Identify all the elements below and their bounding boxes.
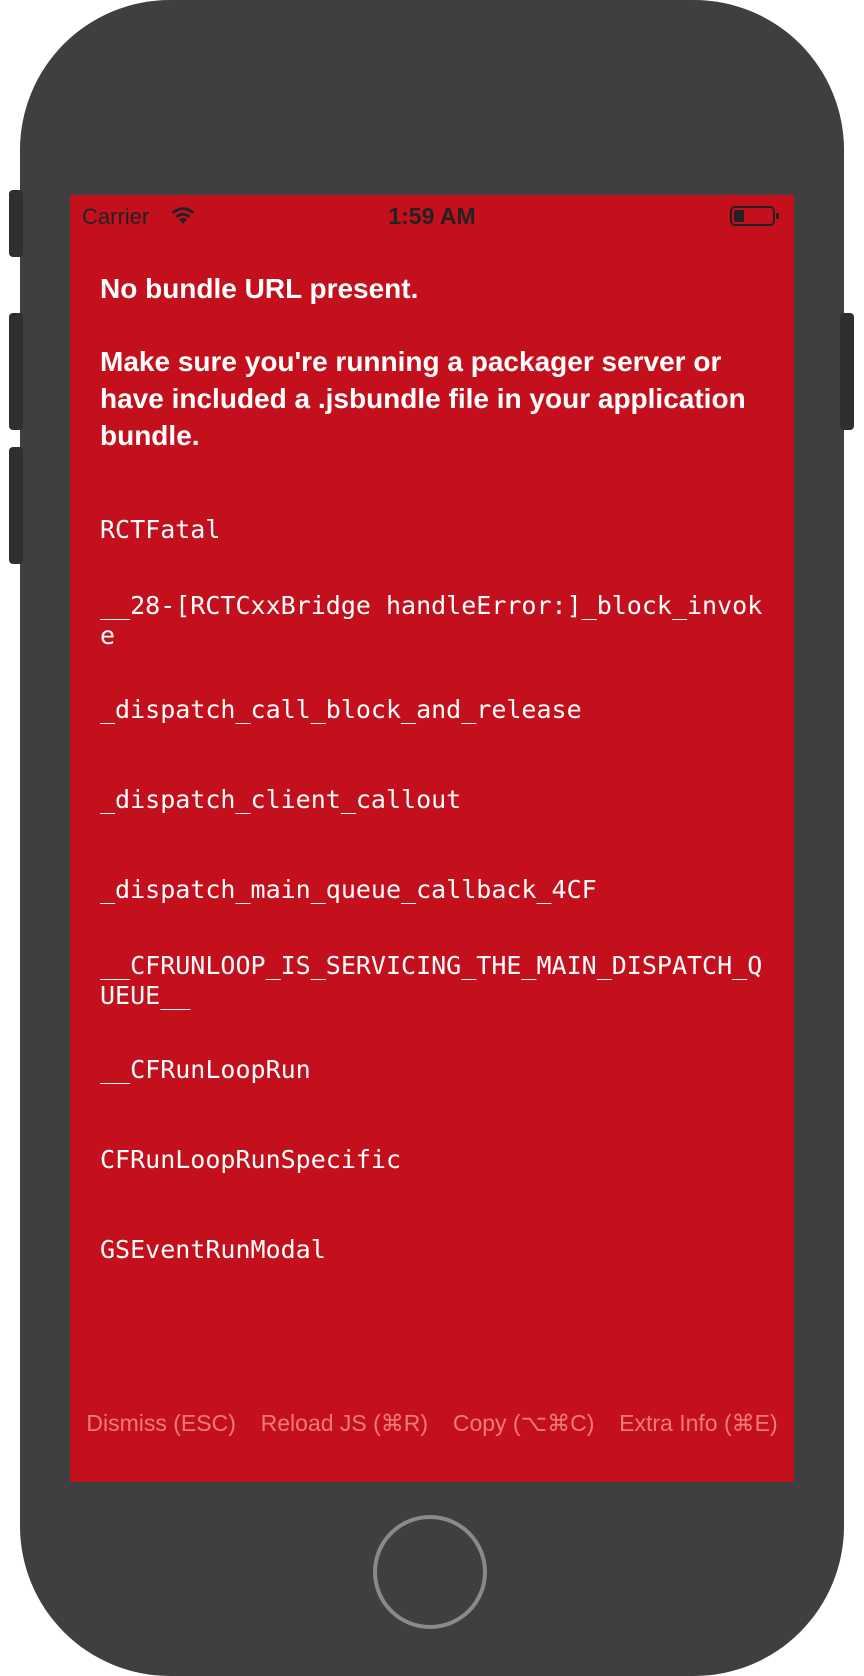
home-button[interactable] <box>373 1515 487 1629</box>
volume-down-button <box>9 447 23 564</box>
error-title: No bundle URL present. <box>100 273 419 304</box>
extra-info-button[interactable]: Extra Info (⌘E) <box>619 1410 777 1450</box>
stack-frame[interactable]: RCTFatal <box>100 515 770 545</box>
volume-up-button <box>9 313 23 430</box>
reload-js-button[interactable]: Reload JS (⌘R) <box>261 1410 428 1450</box>
stack-frame[interactable]: _dispatch_call_block_and_release <box>100 695 770 725</box>
stack-frame[interactable]: GSEventRunModal <box>100 1235 770 1265</box>
copy-button[interactable]: Copy (⌥⌘C) <box>453 1410 595 1450</box>
redbox-action-bar: Dismiss (ESC) Reload JS (⌘R) Copy (⌥⌘C) … <box>70 1410 794 1450</box>
stack-frame[interactable]: CFRunLoopRunSpecific <box>100 1145 770 1175</box>
stack-frame[interactable]: _dispatch_main_queue_callback_4CF <box>100 875 770 905</box>
status-bar: Carrier 1:59 AM <box>70 195 794 235</box>
redbox-error-screen: Carrier 1:59 AM No bundle URL present. M… <box>70 195 794 1482</box>
stack-frame[interactable]: _dispatch_client_callout <box>100 785 770 815</box>
battery-icon <box>730 206 779 226</box>
mute-switch <box>9 190 23 257</box>
stack-frame[interactable]: __28-[RCTCxxBridge handleError:]_block_i… <box>100 591 770 651</box>
power-button <box>840 313 854 430</box>
dismiss-button[interactable]: Dismiss (ESC) <box>86 1410 236 1450</box>
stack-frame[interactable]: __CFRUNLOOP_IS_SERVICING_THE_MAIN_DISPAT… <box>100 951 770 1011</box>
status-time: 1:59 AM <box>388 203 476 229</box>
error-description: Make sure you're running a packager serv… <box>100 346 746 451</box>
stack-frame[interactable]: __CFRunLoopRun <box>100 1055 770 1085</box>
error-message: No bundle URL present. Make sure you're … <box>100 270 760 454</box>
